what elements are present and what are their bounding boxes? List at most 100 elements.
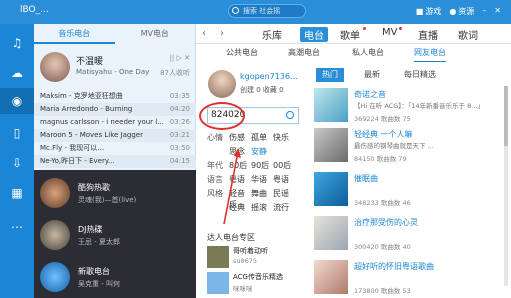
expert-radio-owner: 咪咪咪 xyxy=(233,285,253,293)
now-playing: 不温暖 Matisyahu - One Day || ▷ ✕ 87人收听 xyxy=(34,48,196,88)
global-search-placeholder: 搜索 社会摇 xyxy=(243,7,281,15)
radio-entry[interactable]: 轻经典 一个人嘛 最伤感的钢琴曲就是天下 ... 84150 歌曲数 79 xyxy=(314,126,511,166)
song-list: Maksim - 克罗地亚狂想曲 03:35 Maria Arredondo -… xyxy=(34,90,196,168)
radio-entry[interactable]: 超好听的怀旧粤语歌曲 173800 歌曲数 53 xyxy=(314,258,511,298)
tag[interactable]: 摇滚 xyxy=(251,202,273,213)
song-duration: 03:26 xyxy=(169,118,190,126)
station-song: 灵魂(我)—首(live) xyxy=(78,196,137,204)
radio-name: 催眠曲 xyxy=(354,174,378,183)
song-duration: 03:35 xyxy=(169,92,190,100)
tag[interactable]: 流行 xyxy=(273,202,295,213)
minimize-icon[interactable]: – xyxy=(482,6,486,17)
song-name: Mc.Fly - 我现可以… xyxy=(40,144,105,152)
tag[interactable]: 伤感 xyxy=(229,132,251,143)
radio-entry[interactable]: 奇诺之音 【Hi 在听 ACG】：「14年新番音乐乐于 8...」 369224… xyxy=(314,86,511,126)
song-duration: 04:20 xyxy=(169,105,190,113)
list-item[interactable]: Mc.Fly - 我现可以… 03:50 xyxy=(34,142,196,155)
nav-lyrics[interactable]: 歌词 xyxy=(458,27,478,42)
tab-hot[interactable]: 热门 xyxy=(316,68,344,82)
list-item[interactable]: magnus carlsson - i needer your l... 03:… xyxy=(34,116,196,129)
tab-music-radio[interactable]: 音乐电台 xyxy=(34,24,115,44)
scrollbar-thumb[interactable] xyxy=(504,86,508,146)
listener-count: 87人收听 xyxy=(160,69,190,77)
expert-radio-item[interactable]: 哥听着动听 su8675 xyxy=(207,245,307,269)
music-note-icon[interactable]: ♫ xyxy=(10,36,24,50)
nav-live[interactable]: 直播 xyxy=(418,27,438,42)
station-item[interactable]: 酷狗热歌 灵魂(我)—首(live) xyxy=(34,174,196,214)
expert-radio-item[interactable]: ACG传音乐精选 咪咪咪 xyxy=(207,271,307,295)
radio-name: 超好听的怀旧粤语歌曲 xyxy=(354,262,434,271)
tag[interactable]: 90后 xyxy=(251,160,273,171)
tag[interactable]: 粤语 xyxy=(273,174,295,185)
playback-controls[interactable]: || ▷ ✕ xyxy=(170,54,190,62)
radio-stats: 369224 歌曲数 75 xyxy=(354,115,411,123)
games-label: 游戏 xyxy=(425,7,442,16)
nav-playlists[interactable]: 歌单 xyxy=(340,27,360,42)
avatar[interactable] xyxy=(208,70,236,98)
radio-name: 奇诺之音 xyxy=(354,90,386,99)
expert-radio-zone-title: 达人电台专区 xyxy=(207,233,255,242)
tag[interactable]: 孤单 xyxy=(251,132,273,143)
user-name[interactable]: lBO_... xyxy=(20,5,49,15)
tag[interactable]: 快乐 xyxy=(273,132,295,143)
radio-description: 【Hi 在听 ACG】：「14年新番音乐乐于 8...」 xyxy=(354,102,484,110)
main-nav: ‹ › 乐库 电台 歌单 MV 直播 歌词 xyxy=(196,24,511,44)
profile-stats: 创建 0 收藏 0 xyxy=(240,86,284,94)
list-tabs: 热门 最新 每日精选 xyxy=(312,68,511,82)
station-cover xyxy=(40,220,70,250)
expert-radio-name: ACG传音乐精选 xyxy=(233,273,283,281)
radio-name: 治疗那受伤的心灵 xyxy=(354,218,418,227)
forward-arrow-icon[interactable]: › xyxy=(220,28,224,39)
song-name: Ne-Yo,昨日下 - Every... xyxy=(40,157,115,165)
tab-daily-picks[interactable]: 每日精选 xyxy=(398,68,442,82)
profile-name[interactable]: kgopen7136... xyxy=(240,72,298,81)
phone-icon[interactable]: ▯ xyxy=(10,126,24,140)
song-duration: 03:50 xyxy=(169,144,190,152)
nav-mv[interactable]: MV xyxy=(382,27,397,38)
tab-newest[interactable]: 最新 xyxy=(358,68,386,82)
station-item[interactable]: 新歌电台 吴克重 - 叫何 xyxy=(34,258,196,298)
tag-category-label: 心情 xyxy=(207,133,223,142)
list-item[interactable]: Maksim - 克罗地亚狂想曲 03:35 xyxy=(34,90,196,103)
subtab-public-radio[interactable]: 公共电台 xyxy=(226,45,258,61)
subtab-climax-radio[interactable]: 高潮电台 xyxy=(288,45,320,61)
station-item[interactable]: DJ热碟 王忌 - 夏太郎 xyxy=(34,216,196,256)
nav-radio[interactable]: 电台 xyxy=(300,27,328,42)
annotation-circle xyxy=(199,102,245,130)
song-name: Maksim - 克罗地亚狂想曲 xyxy=(40,92,123,100)
download-icon[interactable]: ⇩ xyxy=(10,156,24,170)
radio-cover xyxy=(314,216,348,250)
radio-entry[interactable]: 催眠曲 348233 歌曲数 46 xyxy=(314,170,511,210)
scrollbar[interactable] xyxy=(504,86,508,286)
tag[interactable]: 华语 xyxy=(251,174,273,185)
now-playing-subtitle: Matisyahu - One Day xyxy=(76,68,150,76)
tag[interactable]: 安静 xyxy=(251,146,273,157)
search-icon[interactable] xyxy=(286,111,294,119)
nav-library[interactable]: 乐库 xyxy=(262,27,282,42)
radio-stats: 300420 歌曲数 40 xyxy=(354,243,411,251)
radio-entry[interactable]: 治疗那受伤的心灵 300420 歌曲数 40 xyxy=(314,214,511,254)
list-item[interactable]: Maria Arredondo - Burning 04:20 xyxy=(34,103,196,116)
radio-icon[interactable]: ◉ xyxy=(0,88,34,114)
close-icon[interactable]: ✕ xyxy=(494,6,501,17)
radio-cover xyxy=(314,172,348,206)
list-item[interactable]: Maroon 5 - Moves Like Jagger 03:21 xyxy=(34,129,196,142)
radio-name: 轻经典 一个人嘛 xyxy=(354,130,413,139)
cloud-icon[interactable]: ☁ xyxy=(10,66,24,80)
resources-button[interactable]: ● 资源 xyxy=(449,6,474,17)
expert-radio-owner: su8675 xyxy=(233,257,258,265)
song-name: magnus carlsson - i needer your l... xyxy=(40,118,164,126)
subtab-user-radio[interactable]: 网友电台 xyxy=(414,45,446,62)
games-button[interactable]: ■ 游戏 xyxy=(416,6,442,17)
radio-cover xyxy=(314,260,348,294)
apps-icon[interactable]: ▦ xyxy=(10,186,24,200)
list-item[interactable]: Ne-Yo,昨日下 - Every... 04:15 xyxy=(34,155,196,168)
back-arrow-icon[interactable]: ‹ xyxy=(202,28,206,39)
tab-mv-radio[interactable]: MV电台 xyxy=(115,24,196,44)
radio-stats: 173800 歌曲数 53 xyxy=(354,287,411,295)
radio-subnav: 公共电台 高潮电台 私人电台 网友电台 xyxy=(196,45,511,62)
subtab-private-radio[interactable]: 私人电台 xyxy=(352,45,384,61)
tag[interactable]: 00后 xyxy=(273,160,295,171)
global-search-input[interactable]: 搜索 社会摇 xyxy=(228,4,306,18)
more-icon[interactable]: ⋯ xyxy=(10,220,24,234)
